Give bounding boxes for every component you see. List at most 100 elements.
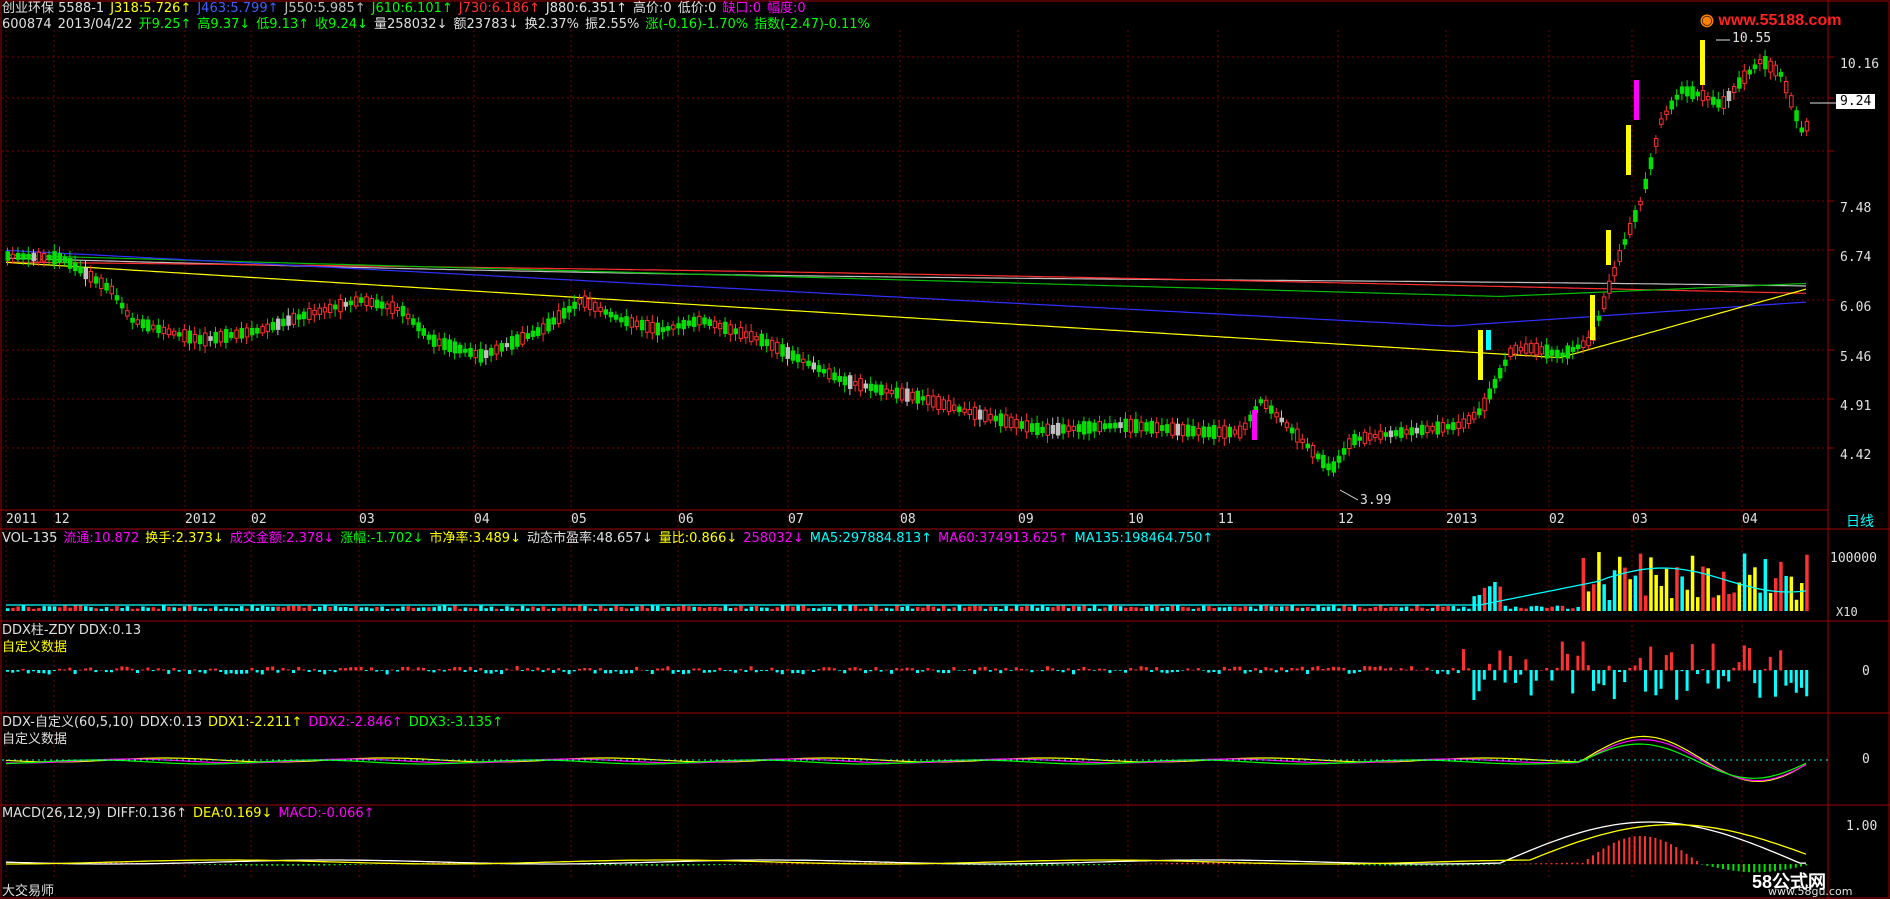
ddx-column <box>1196 668 1200 671</box>
macd-histogram-bar <box>1103 864 1106 865</box>
ddx-column <box>1404 669 1408 671</box>
candle-body <box>405 313 411 320</box>
volume-bar <box>1238 607 1242 611</box>
candle-body <box>1581 340 1586 349</box>
volume-bar <box>942 605 946 611</box>
volume-bar <box>468 607 473 611</box>
macd-histogram-bar <box>614 864 617 866</box>
candle-body <box>1248 414 1253 422</box>
ddx-column <box>1378 666 1382 671</box>
volume-bar <box>624 608 629 611</box>
candle-body <box>561 307 567 319</box>
candle-body <box>1575 344 1581 350</box>
ddx-column <box>931 669 935 671</box>
candle-body <box>1191 425 1196 437</box>
macd-histogram-bar <box>1529 863 1532 865</box>
candle-body <box>286 315 291 326</box>
volume-bar <box>1176 605 1180 611</box>
ddx-column <box>318 670 321 672</box>
header-quote-field: 600874 <box>2 17 52 32</box>
ddx-column <box>333 670 337 673</box>
header-indicator: J730:6.186↑ <box>458 1 540 16</box>
macd-histogram-bar <box>682 864 684 866</box>
volume-bar <box>1430 607 1435 611</box>
candle-body <box>473 349 478 359</box>
volume-bar <box>1800 583 1804 611</box>
ddx-column <box>104 670 108 673</box>
macd-histogram-bar <box>1534 863 1537 865</box>
candle-body <box>145 319 151 332</box>
price-tick-label: 7.48 <box>1840 201 1872 216</box>
ddx-column <box>1337 667 1341 671</box>
volume-bar <box>240 606 244 611</box>
volume-bar <box>1425 608 1430 611</box>
volume-bar <box>437 606 442 611</box>
volume-bar <box>141 606 145 611</box>
ddx-column <box>1488 663 1491 671</box>
volume-bar <box>562 606 566 611</box>
volume-bar <box>1711 597 1716 611</box>
candle-body <box>1123 418 1128 432</box>
volume-bar <box>115 606 119 611</box>
vol-indicator: MA60:374913.625↑ <box>938 531 1069 546</box>
candle-body <box>1752 64 1758 70</box>
ddx-column <box>541 670 545 673</box>
macd-histogram-bar <box>208 864 211 865</box>
candle-body <box>1487 388 1492 400</box>
chart-canvas[interactable] <box>0 0 1890 899</box>
macd-histogram-bar <box>1150 863 1152 865</box>
candle-body <box>67 257 73 269</box>
header-indicator: J463:5.799↑ <box>197 1 279 16</box>
volume-bar <box>390 608 395 611</box>
volume-bar <box>1566 608 1570 611</box>
volume-bar <box>520 605 525 611</box>
ddx-column <box>500 670 503 675</box>
ddx-column <box>1805 670 1809 697</box>
volume-bar <box>11 607 15 611</box>
ddx-column <box>411 669 415 671</box>
ddx-column <box>354 667 358 671</box>
volume-bar <box>1337 608 1341 611</box>
candle-body <box>811 362 816 370</box>
volume-bar <box>1805 554 1809 611</box>
macd-histogram-bar <box>338 864 341 866</box>
volume-bar <box>630 608 634 611</box>
header-line-2: 600874 2013/04/22 开9.25↑ 高9.37↓ 低9.13↑ 收9.24↓… <box>2 16 876 34</box>
ddx-column <box>687 670 691 674</box>
volume-bar <box>1264 605 1268 611</box>
ddx-column <box>1217 670 1221 674</box>
macd-histogram-bar <box>1618 840 1620 865</box>
macd-histogram-bar <box>344 864 346 866</box>
macd-histogram-bar <box>1805 864 1808 866</box>
ddx-column <box>942 670 945 674</box>
ddx-column <box>1066 668 1070 671</box>
candle-body <box>312 309 317 316</box>
candle-body <box>769 339 775 351</box>
macd-histogram-bar <box>219 864 222 866</box>
time-axis-label: 05 <box>571 512 587 527</box>
candle-highlight <box>1478 330 1483 380</box>
macd-histogram-bar <box>1560 862 1563 865</box>
volume-bar <box>848 605 852 611</box>
ddx-column <box>588 668 592 671</box>
candle-body <box>853 381 858 386</box>
ddx-column <box>1030 670 1034 673</box>
candle-body <box>483 350 489 359</box>
candle-body <box>676 323 681 329</box>
volume-bar <box>598 605 603 611</box>
candle-body <box>801 358 806 363</box>
ddx-column <box>890 670 893 674</box>
volume-bar <box>1217 607 1222 611</box>
candle-body <box>1627 223 1633 235</box>
candle-body <box>535 327 541 336</box>
candle-body <box>697 315 702 326</box>
period-label[interactable]: 日线 <box>1846 511 1874 531</box>
ddx-column <box>884 669 888 671</box>
ddx-column <box>1498 650 1502 671</box>
volume-bar <box>58 607 62 611</box>
ddx-column <box>1566 653 1569 671</box>
ddx-col-title: DDX柱-ZDY DDX:0.13 <box>2 623 142 638</box>
ddx-column <box>812 670 815 672</box>
candle-body <box>515 334 520 347</box>
ddx-column <box>286 669 290 671</box>
